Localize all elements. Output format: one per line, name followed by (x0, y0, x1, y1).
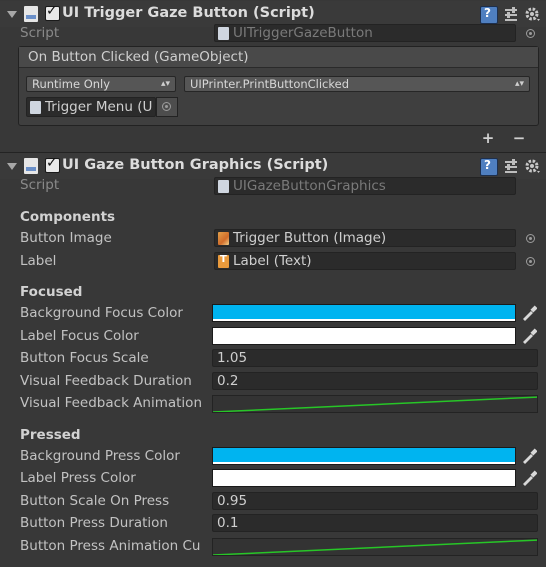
label-text-field[interactable]: Label (Text) (214, 252, 516, 270)
eyedropper-icon[interactable] (521, 470, 537, 486)
script-file-icon (218, 27, 229, 40)
object-picker-icon[interactable] (526, 29, 535, 38)
button-focus-scale-value: 1.05 (217, 350, 248, 366)
label-press-color-label: Label Press Color (20, 470, 136, 486)
preset-sliders-icon[interactable] (503, 6, 519, 22)
button-focus-scale-label: Button Focus Scale (20, 350, 149, 366)
eyedropper-icon[interactable] (521, 448, 537, 464)
visual-feedback-duration-label: Visual Feedback Duration (20, 373, 192, 389)
label-focus-color-label: Label Focus Color (20, 328, 139, 344)
graphics-component-title: UI Gaze Button Graphics (Script) (62, 157, 329, 173)
visual-feedback-duration-value: 0.2 (217, 373, 239, 389)
object-picker-icon[interactable] (526, 234, 535, 243)
bg-press-color-label: Background Press Color (20, 448, 180, 464)
text-component-icon (218, 254, 229, 268)
script-value: UITriggerGazeButton (233, 25, 373, 41)
label-value: Label (Text) (233, 253, 312, 269)
script-value: UIGazeButtonGraphics (233, 178, 386, 194)
script-label: Script (20, 25, 60, 41)
button-image-value: Trigger Button (Image) (233, 230, 387, 246)
bg-press-color-field[interactable] (212, 447, 516, 465)
button-press-animation-curve[interactable] (212, 538, 538, 556)
preset-sliders-icon[interactable] (503, 158, 519, 174)
trigger-enabled-checkbox[interactable]: ✓ (45, 3, 60, 21)
function-value: UIPrinter.PrintButtonClicked (190, 77, 350, 91)
button-scale-on-press-field[interactable]: 0.95 (212, 492, 538, 510)
visual-feedback-animation-label: Visual Feedback Animation (20, 395, 202, 411)
trigger-component-title: UI Trigger Gaze Button (Script) (62, 5, 315, 21)
object-picker-icon[interactable] (162, 102, 171, 111)
script-component-icon (24, 158, 38, 174)
add-listener-button[interactable]: + (474, 131, 502, 146)
focused-header: Focused (20, 284, 83, 300)
button-image-field[interactable]: Trigger Button (Image) (214, 229, 516, 247)
bg-focus-color-field[interactable] (212, 304, 516, 322)
image-component-icon (218, 232, 229, 245)
script-component-icon (24, 6, 38, 22)
button-focus-scale-field[interactable]: 1.05 (212, 349, 538, 367)
eyedropper-icon[interactable] (521, 305, 537, 321)
pressed-header: Pressed (20, 427, 81, 443)
dropdown-arrow-icon: ▴▾ (160, 79, 170, 89)
foldout-arrow-icon[interactable] (7, 163, 17, 170)
visual-feedback-duration-field[interactable]: 0.2 (212, 372, 538, 390)
runtime-option-value: Runtime Only (32, 77, 111, 91)
label-focus-color-field[interactable] (212, 327, 516, 345)
script-label: Script (20, 177, 60, 193)
foldout-arrow-icon[interactable] (7, 11, 17, 18)
components-header: Components (20, 209, 116, 225)
visual-feedback-animation-curve[interactable] (212, 395, 538, 413)
button-press-duration-label: Button Press Duration (20, 515, 168, 531)
event-header-label: On Button Clicked (GameObject) (28, 49, 249, 65)
dropdown-arrow-icon: ▴▾ (514, 79, 524, 89)
label-field-label: Label (20, 253, 57, 269)
help-book-icon[interactable] (480, 6, 498, 24)
bg-focus-color-label: Background Focus Color (20, 305, 183, 321)
graphics-enabled-checkbox[interactable]: ✓ (45, 155, 60, 173)
button-scale-on-press-value: 0.95 (217, 493, 248, 509)
eyedropper-icon[interactable] (521, 328, 537, 344)
button-press-animation-label: Button Press Animation Cu (20, 538, 201, 554)
gear-icon[interactable] (525, 158, 541, 174)
script-file-icon (218, 180, 229, 193)
button-press-duration-value: 0.1 (217, 515, 239, 531)
button-image-label: Button Image (20, 230, 112, 246)
object-picker-icon[interactable] (526, 257, 535, 266)
event-target-value: Trigger Menu (U (45, 99, 153, 115)
remove-listener-button[interactable]: − (505, 131, 533, 146)
event-target-object-field[interactable]: Trigger Menu (U (26, 97, 156, 117)
event-target-picker[interactable] (156, 97, 178, 117)
label-press-color-field[interactable] (212, 469, 516, 487)
gear-icon[interactable] (525, 6, 541, 22)
gameobject-icon (30, 101, 41, 114)
script-object-field: UIGazeButtonGraphics (214, 177, 516, 195)
script-object-field: UITriggerGazeButton (214, 24, 516, 42)
button-press-duration-field[interactable]: 0.1 (212, 514, 538, 532)
button-scale-on-press-label: Button Scale On Press (20, 493, 170, 509)
runtime-option-dropdown[interactable]: Runtime Only ▴▾ (26, 76, 176, 92)
function-dropdown[interactable]: UIPrinter.PrintButtonClicked ▴▾ (184, 76, 530, 92)
help-book-icon[interactable] (480, 158, 498, 176)
